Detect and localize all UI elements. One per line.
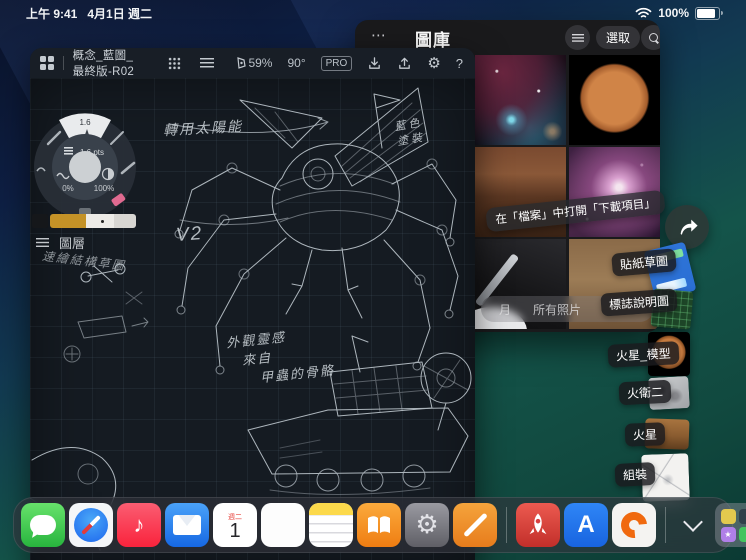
smoothing-value: 0% <box>62 184 74 193</box>
concepts-app-icon[interactable] <box>453 503 497 547</box>
tab-all-photos[interactable]: 所有照片 <box>533 301 581 318</box>
photo-thumbnail-mars-planet[interactable] <box>569 55 660 145</box>
file-label[interactable]: 火星_模型 <box>607 341 680 368</box>
share-button[interactable] <box>665 205 709 249</box>
tab-months[interactable]: 月 <box>499 301 511 318</box>
status-date: 4月1日 週二 <box>87 6 153 21</box>
drawing-app-window: 概念_藍圖_最終版-R02 59% 90° PRO ⚙ ? 轉用太陽能 藍色 塗… <box>30 48 475 560</box>
ipad-screen: 上午 9:41 4月1日 週二 100% ⋯ 圖庫 選取 月 所有照片 概念_藍… <box>0 0 746 560</box>
envelope-icon <box>173 515 201 535</box>
music-note-icon: ♪ <box>133 512 145 537</box>
drawing-canvas[interactable]: 轉用太陽能 藍色 塗裝 V2 外觀靈感 來自 甲蟲的骨骼 速繪結構草圖 1.6 <box>30 78 475 560</box>
status-bar: 上午 9:41 4月1日 週二 100% <box>0 0 746 24</box>
help-button[interactable]: ? <box>456 56 463 71</box>
precision-grid-icon[interactable] <box>168 56 182 70</box>
color-swatch-gray[interactable] <box>113 214 136 228</box>
annotation-version: V2 <box>175 223 204 246</box>
compass-icon <box>74 508 108 542</box>
dock: ♪ 週二 1 ⚙ A ★ <box>13 497 746 553</box>
layers-label: 圖層 <box>59 236 86 251</box>
annotation-paint: 藍色 塗裝 <box>393 116 427 149</box>
color-swatch-white[interactable] <box>86 214 114 228</box>
rocket-icon <box>529 513 547 535</box>
dock-divider <box>665 507 666 543</box>
mail-app-icon[interactable] <box>165 503 209 547</box>
status-time: 上午 9:41 <box>26 6 78 21</box>
shape-tool-icon[interactable] <box>233 56 248 71</box>
window-controls-ellipsis-icon[interactable]: ⋯ <box>371 26 387 44</box>
file-label[interactable]: 火衛二 <box>618 379 672 406</box>
color-bar[interactable] <box>32 214 136 228</box>
app-library-icon[interactable]: ★ <box>715 503 746 547</box>
tip-size-value: 1.6 <box>79 118 91 127</box>
layers-menu-icon[interactable] <box>200 58 215 68</box>
dock-divider <box>506 507 507 543</box>
dock-collapse-button[interactable] <box>679 503 707 547</box>
gear-icon: ⚙ <box>415 510 439 540</box>
opacity-value: 100% <box>94 184 114 193</box>
chevron-down-icon <box>683 512 703 532</box>
select-button[interactable]: 選取 <box>596 26 641 49</box>
search-button[interactable] <box>641 25 660 50</box>
annotation-inspiration: 外觀靈感 來自 甲蟲的骨骼 <box>225 329 336 386</box>
appstore-a-icon: A <box>577 511 595 538</box>
calendar-day: 1 <box>229 520 241 542</box>
layers-icon <box>36 238 49 247</box>
pro-badge[interactable]: PRO <box>320 55 353 71</box>
file-label[interactable]: 火星 <box>624 422 666 447</box>
safari-app-icon[interactable] <box>69 503 113 547</box>
share-arrow-icon <box>680 219 698 235</box>
gallery-grid-icon[interactable] <box>40 56 54 70</box>
file-label[interactable]: 組裝 <box>614 461 656 488</box>
music-app-icon[interactable]: ♪ <box>117 503 161 547</box>
zoom-level[interactable]: 59% <box>248 56 272 70</box>
tool-wheel[interactable]: 1.6 1.6 pts 0% 100% <box>30 110 142 224</box>
rocket-app-icon[interactable] <box>516 503 560 547</box>
c-ring-icon <box>615 506 653 544</box>
wifi-icon <box>635 7 652 18</box>
settings-app-icon[interactable]: ⚙ <box>405 503 449 547</box>
layers-button[interactable]: 圖層 <box>36 233 85 252</box>
color-swatch-gold[interactable] <box>50 214 87 228</box>
speech-bubble-icon <box>30 515 56 535</box>
toolbar-divider <box>63 56 64 70</box>
app-store-icon[interactable]: A <box>564 503 608 547</box>
export-icon[interactable] <box>397 56 412 71</box>
import-icon[interactable] <box>367 56 382 71</box>
photos-app-icon[interactable] <box>261 503 305 547</box>
document-title[interactable]: 概念_藍圖_最終版-R02 <box>73 48 143 79</box>
c-app-icon[interactable] <box>612 503 656 547</box>
app-toolbar: 概念_藍圖_最終版-R02 59% 90° PRO ⚙ ? <box>30 48 475 78</box>
battery-percent: 100% <box>658 6 689 20</box>
filter-button[interactable] <box>565 25 590 50</box>
color-chip-dark[interactable] <box>32 214 48 228</box>
annotation-solar: 轉用太陽能 <box>162 117 244 139</box>
notes-app-icon[interactable] <box>309 503 353 547</box>
calendar-app-icon[interactable]: 週二 1 <box>213 503 257 547</box>
battery-icon <box>695 6 723 20</box>
mini-app-grid: ★ <box>720 508 746 542</box>
open-book-icon <box>368 516 390 533</box>
settings-gear-icon[interactable]: ⚙ <box>427 55 440 71</box>
pen-icon <box>462 512 488 538</box>
search-icon <box>648 32 659 43</box>
rotation-value[interactable]: 90° <box>287 56 305 70</box>
books-app-icon[interactable] <box>357 503 401 547</box>
messages-app-icon[interactable] <box>21 503 65 547</box>
wheel-center-knob[interactable] <box>69 151 101 183</box>
filter-lines-icon <box>571 33 584 42</box>
photo-thumbnail-nebula[interactable] <box>475 55 566 145</box>
flower-icon <box>268 510 298 540</box>
